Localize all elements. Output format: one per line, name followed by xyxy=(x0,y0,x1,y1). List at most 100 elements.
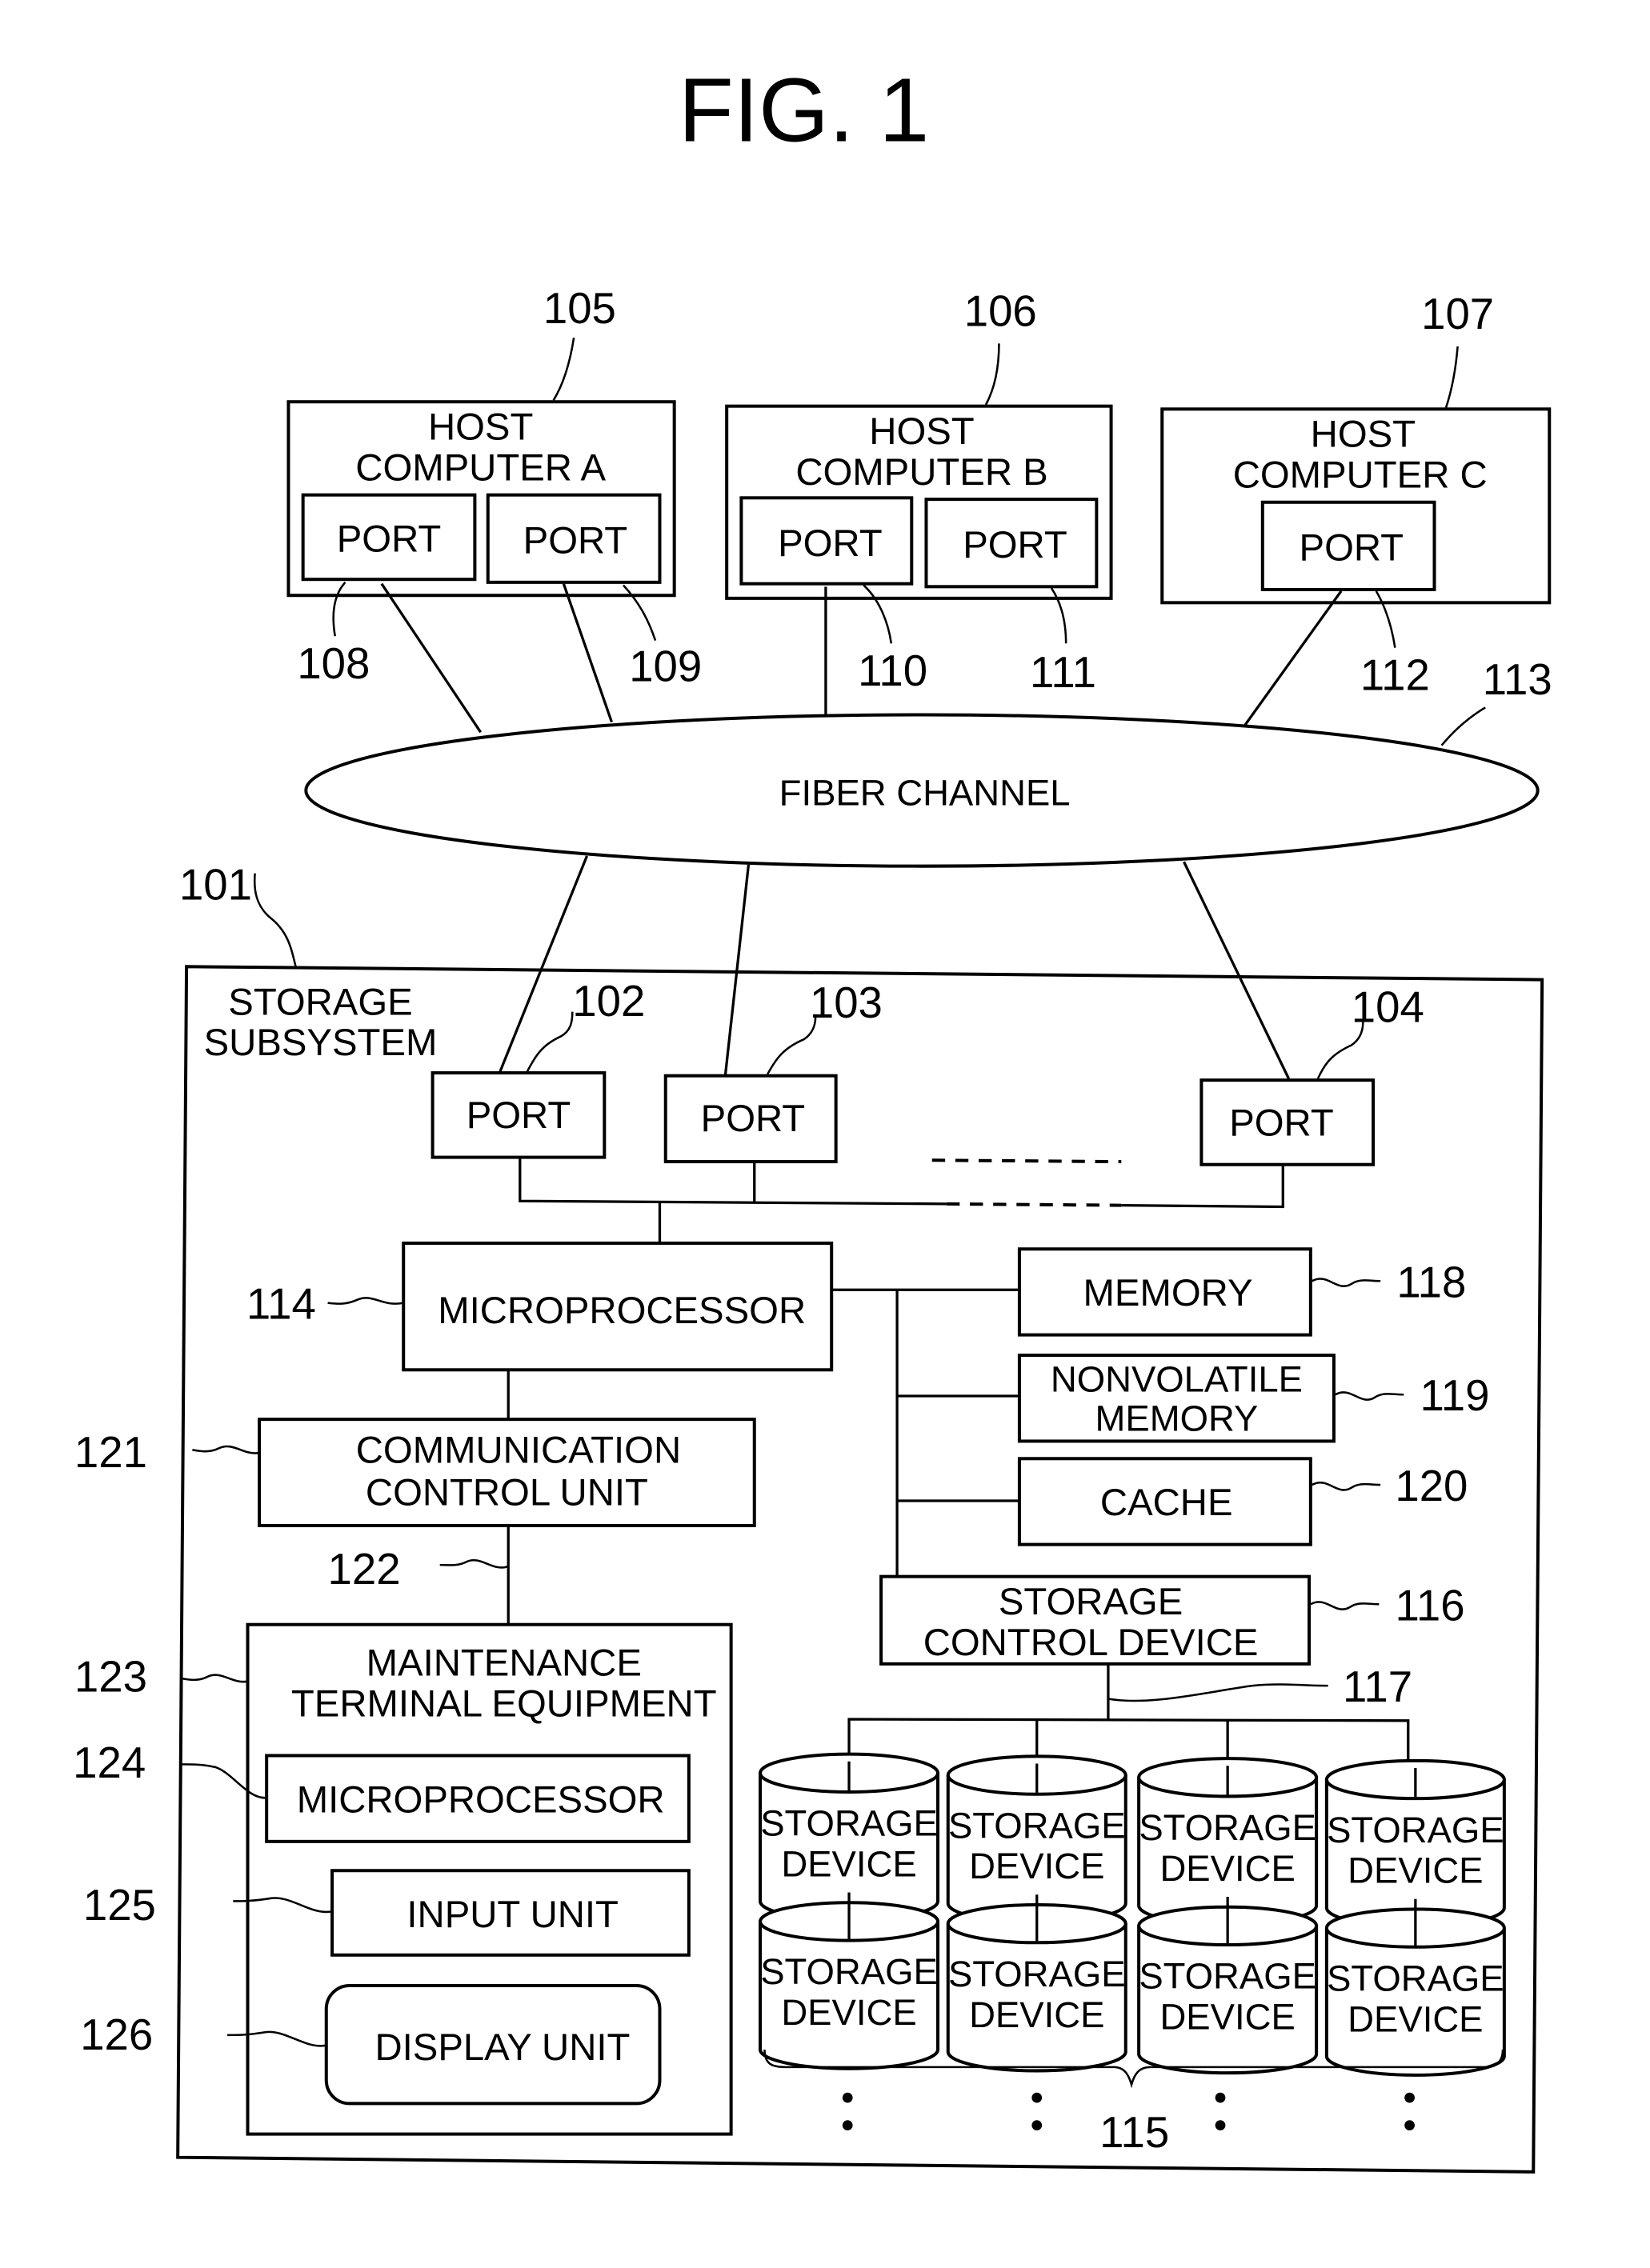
ref-114: 114 xyxy=(246,1280,316,1329)
communication-control-unit-121-label-line2: CONTROL UNIT xyxy=(366,1472,648,1514)
storage-device-label-line2: DEVICE xyxy=(1159,1848,1295,1889)
ref-leader-114 xyxy=(327,1297,404,1305)
ref-121: 121 xyxy=(74,1428,147,1477)
ports-ellipsis xyxy=(931,1158,1122,1164)
host-computer-a-label-line1: HOST xyxy=(428,406,533,449)
storage-device-label-line1: STORAGE xyxy=(948,1954,1126,1994)
storage-device: STORAGEDEVICE xyxy=(1324,1898,1506,2077)
fiber-channel-label: FIBER CHANNEL xyxy=(779,772,1071,813)
host-a-port-1-label: PORT xyxy=(337,518,442,561)
storage-device-array: STORAGEDEVICESTORAGEDEVICESTORAGEDEVICES… xyxy=(759,1752,1506,2077)
host-computer-c: HOST COMPUTER C PORT 107 112 xyxy=(1160,290,1552,700)
ref-120: 120 xyxy=(1395,1462,1468,1510)
ref-116: 116 xyxy=(1396,1581,1465,1630)
host-b-port-1-label: PORT xyxy=(778,522,883,565)
ref-109: 109 xyxy=(629,642,702,691)
ref-115: 115 xyxy=(1099,2108,1169,2157)
port-bus-ellipsis xyxy=(946,1202,1122,1207)
port-bus-left xyxy=(519,1158,947,1206)
ref-110: 110 xyxy=(858,646,927,695)
storage-control-device-116-label-line1: STORAGE xyxy=(999,1581,1183,1623)
storage-device-label-line1: STORAGE xyxy=(1327,1958,1504,1998)
figure-title: FIG. 1 xyxy=(679,60,929,161)
ref-119: 119 xyxy=(1420,1371,1489,1420)
mte-microprocessor-124-label: MICROPROCESSOR xyxy=(297,1778,665,1821)
ref-112: 112 xyxy=(1360,651,1430,700)
storage-device-label-line2: DEVICE xyxy=(781,1844,916,1885)
storage-device-label-line1: STORAGE xyxy=(760,1951,938,1992)
storage-device: STORAGEDEVICE xyxy=(946,1894,1127,2073)
link-104 xyxy=(1183,861,1291,1080)
host-b-port-2-label: PORT xyxy=(963,524,1067,566)
ref-125: 125 xyxy=(83,1881,156,1930)
display-unit-126-label: DISPLAY UNIT xyxy=(374,2026,630,2069)
storage-device: STORAGEDEVICE xyxy=(759,1892,940,2070)
link-108 xyxy=(380,582,483,734)
storage-subsystem: 101 STORAGE SUBSYSTEM PORT 102 PORT 103 … xyxy=(73,861,1544,2174)
link-109 xyxy=(562,583,613,723)
ref-117: 117 xyxy=(1343,1662,1412,1711)
storage-device-label-line2: DEVICE xyxy=(1348,1998,1483,2039)
storage-port-102-label: PORT xyxy=(467,1094,571,1137)
ref-leader-119 xyxy=(1335,1391,1404,1401)
storage-port-104-label: PORT xyxy=(1229,1102,1334,1144)
maintenance-terminal-123-label-line1: MAINTENANCE xyxy=(366,1642,642,1684)
ref-126: 126 xyxy=(80,2010,153,2059)
host-computer-c-label-line2: COMPUTER C xyxy=(1233,454,1488,497)
ref-106: 106 xyxy=(964,287,1037,336)
host-computer-a: HOST COMPUTER A PORT PORT 105 108 109 xyxy=(286,284,702,691)
ref-leader-123 xyxy=(180,1674,248,1683)
host-computer-a-label-line2: COMPUTER A xyxy=(355,446,606,489)
storage-device-label-line1: STORAGE xyxy=(1139,1807,1316,1848)
ref-124: 124 xyxy=(73,1738,146,1787)
nonvolatile-memory-119-label-line2: MEMORY xyxy=(1095,1398,1259,1439)
ref-leader-103 xyxy=(767,1016,817,1075)
storage-device-label-line1: STORAGE xyxy=(1139,1956,1316,1997)
ref-leader-122 xyxy=(439,1559,509,1569)
link-112 xyxy=(1244,590,1343,726)
storage-subsystem-label-line1: STORAGE xyxy=(228,981,412,1023)
storage-device-label-line2: DEVICE xyxy=(781,1992,916,2033)
ref-102: 102 xyxy=(572,977,645,1026)
ref-leader-116 xyxy=(1310,1601,1380,1610)
memory-118-label: MEMORY xyxy=(1083,1272,1253,1314)
storage-device-label-line1: STORAGE xyxy=(1327,1810,1504,1850)
host-computer-b: HOST COMPUTER B PORT PORT 106 110 111 xyxy=(725,287,1113,697)
ref-leader-113 xyxy=(1440,706,1486,746)
microprocessor-114-label: MICROPROCESSOR xyxy=(438,1290,806,1332)
ref-123: 123 xyxy=(74,1652,147,1701)
ref-leader-118 xyxy=(1312,1278,1381,1287)
ref-leader-117 xyxy=(1107,1683,1328,1702)
storage-device-label-line2: DEVICE xyxy=(969,1846,1104,1886)
cache-120-label: CACHE xyxy=(1100,1482,1233,1524)
patent-figure: FIG. 1 HOST COMPUTER A PORT PORT 105 108… xyxy=(73,60,1552,2174)
ref-leader-107 xyxy=(1444,346,1459,408)
ref-108: 108 xyxy=(297,639,370,688)
storage-device: STORAGEDEVICE xyxy=(1137,1896,1319,2075)
ref-104: 104 xyxy=(1352,982,1424,1031)
host-computer-c-label-line1: HOST xyxy=(1311,414,1416,456)
nonvolatile-memory-119-label-line1: NONVOLATILE xyxy=(1051,1359,1303,1400)
input-unit-125-label: INPUT UNIT xyxy=(406,1894,619,1936)
ref-111: 111 xyxy=(1030,648,1096,697)
host-computer-b-label-line2: COMPUTER B xyxy=(795,451,1047,494)
port-bus-right xyxy=(1121,1166,1284,1209)
ref-leader-101 xyxy=(253,873,297,967)
storage-control-device-116-label-line2: CONTROL DEVICE xyxy=(923,1622,1259,1664)
storage-device-label-line1: STORAGE xyxy=(948,1805,1126,1846)
storage-port-103-label: PORT xyxy=(701,1098,806,1140)
host-computer-b-label-line1: HOST xyxy=(869,410,974,453)
ref-leader-102 xyxy=(526,1011,574,1072)
ref-leader-121 xyxy=(192,1445,260,1454)
link-102 xyxy=(498,855,589,1074)
ref-leader-105 xyxy=(552,337,575,402)
host-a-port-2-label: PORT xyxy=(523,519,628,562)
storage-device-label-line2: DEVICE xyxy=(1348,1850,1483,1891)
ref-105: 105 xyxy=(543,284,616,333)
ref-leader-120 xyxy=(1312,1482,1381,1491)
ref-leader-106 xyxy=(984,343,1000,406)
communication-control-unit-121-label-line1: COMMUNICATION xyxy=(356,1430,681,1472)
storage-subsystem-label-line2: SUBSYSTEM xyxy=(204,1022,438,1064)
ref-107: 107 xyxy=(1421,290,1494,338)
host-c-port-1-label: PORT xyxy=(1300,527,1404,570)
